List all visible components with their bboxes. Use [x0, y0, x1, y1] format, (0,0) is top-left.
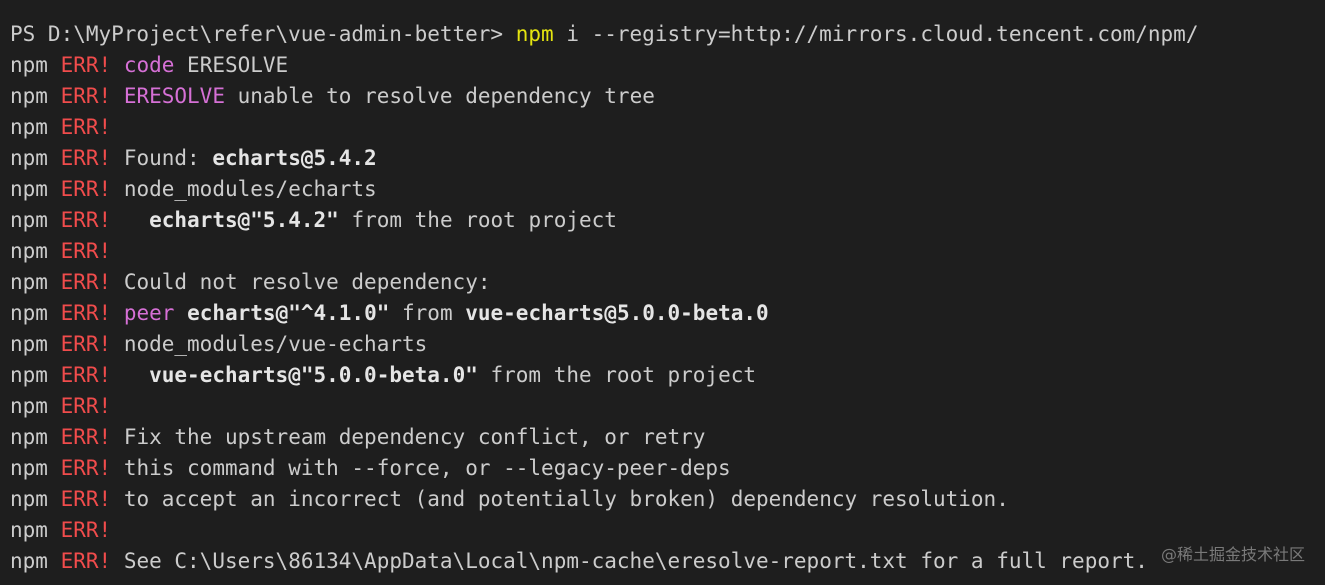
npm-prefix: npm: [10, 270, 48, 294]
log-text: ERESOLVE: [123, 84, 225, 108]
log-line: npm ERR! ERESOLVE unable to resolve depe…: [10, 81, 1325, 112]
npm-prefix: npm: [10, 518, 48, 542]
err-label: ERR!: [60, 301, 112, 325]
log-text: @"5.4.2": [237, 208, 339, 232]
log-line: npm ERR!: [10, 391, 1325, 422]
log-line: npm ERR! peer echarts@"^4.1.0" from vue-…: [10, 298, 1325, 329]
npm-prefix: npm: [10, 363, 48, 387]
log-text: from the root project: [477, 363, 757, 387]
err-label: ERR!: [60, 549, 112, 573]
log-line: npm ERR! Fix the upstream dependency con…: [10, 422, 1325, 453]
log-line: npm ERR! to accept an incorrect (and pot…: [10, 484, 1325, 515]
log-text: node_modules/vue-echarts: [123, 332, 428, 356]
npm-prefix: npm: [10, 208, 48, 232]
err-label: ERR!: [60, 177, 112, 201]
watermark: @稀土掘金技术社区: [1160, 545, 1305, 564]
log-text: echarts: [187, 301, 276, 325]
log-text: vue-echarts: [149, 363, 289, 387]
log-text: See C:\Users\86134\AppData\Local\npm-cac…: [123, 549, 1148, 573]
err-label: ERR!: [60, 146, 112, 170]
log-line: npm ERR!: [10, 112, 1325, 143]
log-line: npm ERR!: [10, 236, 1325, 267]
err-label: ERR!: [60, 456, 112, 480]
npm-prefix: npm: [10, 115, 48, 139]
log-text: from: [389, 301, 466, 325]
log-line: npm ERR! this command with --force, or -…: [10, 453, 1325, 484]
prompt-path: PS D:\MyProject\refer\vue-admin-better>: [10, 22, 516, 46]
log-line: npm ERR! node_modules/vue-echarts: [10, 329, 1325, 360]
npm-prefix: npm: [10, 84, 48, 108]
npm-prefix: npm: [10, 549, 48, 573]
log-text: this command with --force, or --legacy-p…: [123, 456, 731, 480]
log-text: node_modules/echarts: [123, 177, 377, 201]
log-text: Fix the upstream dependency conflict, or…: [123, 425, 706, 449]
log-line: npm ERR! Could not resolve dependency:: [10, 267, 1325, 298]
prompt-args: i --registry=http://mirrors.cloud.tencen…: [553, 22, 1199, 46]
err-label: ERR!: [60, 425, 112, 449]
log-text: from the root project: [338, 208, 617, 232]
err-label: ERR!: [60, 53, 112, 77]
log-text: Could not resolve dependency:: [123, 270, 491, 294]
err-label: ERR!: [60, 239, 112, 263]
log-text: peer: [123, 301, 175, 325]
npm-prefix: npm: [10, 301, 48, 325]
npm-prefix: npm: [10, 177, 48, 201]
log-line: npm ERR! vue-echarts@"5.0.0-beta.0" from…: [10, 360, 1325, 391]
npm-prefix: npm: [10, 394, 48, 418]
npm-prefix: npm: [10, 487, 48, 511]
npm-prefix: npm: [10, 53, 48, 77]
prompt-command: npm: [515, 22, 554, 46]
npm-prefix: npm: [10, 146, 48, 170]
log-text: Found:: [123, 146, 213, 170]
err-label: ERR!: [60, 332, 112, 356]
err-label: ERR!: [60, 208, 112, 232]
log-text: ERESOLVE: [174, 53, 289, 77]
log-text: to accept an incorrect (and potentially …: [123, 487, 1009, 511]
log-line: npm ERR! node_modules/echarts: [10, 174, 1325, 205]
log-line: npm ERR!: [10, 515, 1325, 546]
prompt-line: PS D:\MyProject\refer\vue-admin-better> …: [10, 19, 1325, 50]
log-lines: npm ERR! code ERESOLVE npm ERR! ERESOLVE …: [10, 50, 1325, 577]
err-label: ERR!: [60, 363, 112, 387]
log-text: @"5.0.0-beta.0": [288, 363, 478, 387]
err-label: ERR!: [60, 84, 112, 108]
npm-prefix: npm: [10, 456, 48, 480]
log-text: vue-echarts@5.0.0-beta.0: [465, 301, 769, 325]
log-text: code: [123, 53, 175, 77]
log-text: echarts: [149, 208, 238, 232]
err-label: ERR!: [60, 394, 112, 418]
err-label: ERR!: [60, 270, 112, 294]
npm-prefix: npm: [10, 425, 48, 449]
log-text: unable to resolve dependency tree: [224, 84, 655, 108]
log-line: npm ERR! See C:\Users\86134\AppData\Loca…: [10, 546, 1325, 577]
npm-prefix: npm: [10, 332, 48, 356]
log-line: npm ERR! Found: echarts@5.4.2: [10, 143, 1325, 174]
log-text: @"^4.1.0": [275, 301, 390, 325]
npm-prefix: npm: [10, 239, 48, 263]
err-label: ERR!: [60, 115, 112, 139]
log-text: echarts@5.4.2: [212, 146, 377, 170]
terminal-output[interactable]: PS D:\MyProject\refer\vue-admin-better> …: [0, 0, 1325, 585]
err-label: ERR!: [60, 518, 112, 542]
err-label: ERR!: [60, 487, 112, 511]
log-line: npm ERR! code ERESOLVE: [10, 50, 1325, 81]
log-line: npm ERR! echarts@"5.4.2" from the root p…: [10, 205, 1325, 236]
